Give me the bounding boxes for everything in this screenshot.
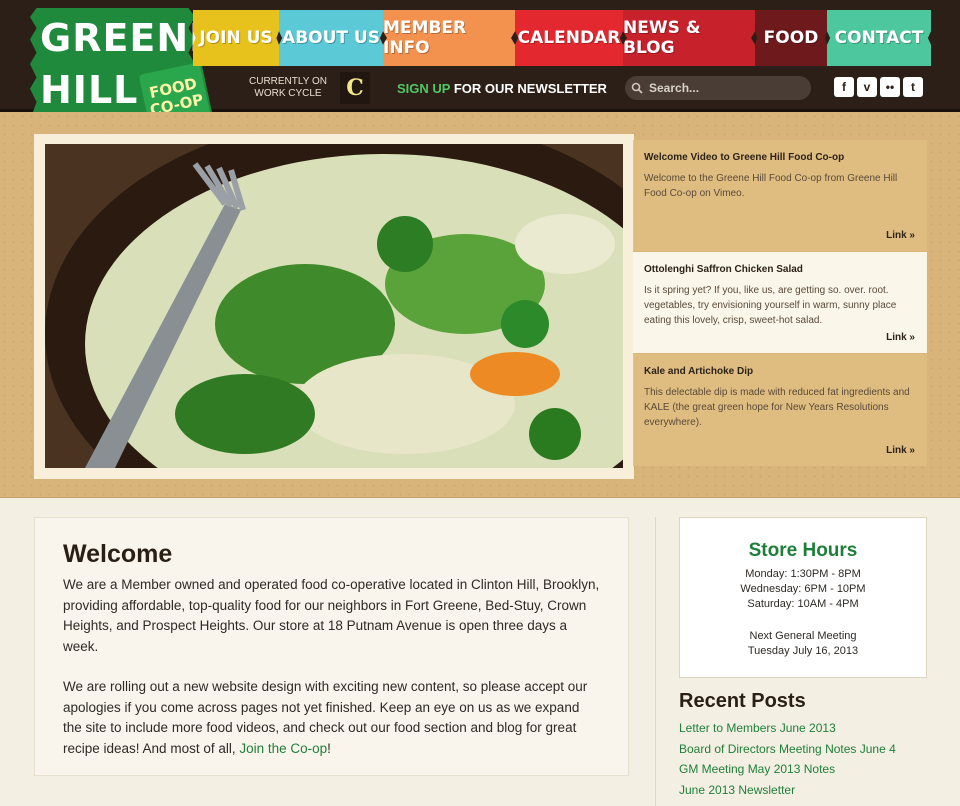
nav-join-us[interactable]: JOIN US: [193, 10, 279, 66]
vimeo-icon[interactable]: v: [857, 77, 877, 97]
newsletter-signup-link[interactable]: SIGN UP FOR OUR NEWSLETTER: [397, 81, 607, 96]
nav-about-us[interactable]: ABOUT US: [279, 10, 383, 66]
nav-calendar[interactable]: CALENDAR: [515, 10, 623, 66]
salad-photo[interactable]: [45, 144, 623, 468]
feature-description: Is it spring yet? If you, like us, are g…: [644, 285, 897, 326]
site-logo[interactable]: GREENE HILL FOOD CO-OP: [30, 8, 215, 135]
search-icon: [625, 76, 649, 100]
work-cycle-line-2: WORK CYCLE: [254, 88, 322, 99]
work-cycle-label: CURRENTLY ON WORK CYCLE: [246, 76, 330, 100]
feature-title: Ottolenghi Saffron Chicken Salad: [644, 264, 803, 275]
recent-posts-title: Recent Posts: [679, 690, 806, 712]
feature-list: Welcome Video to Greene Hill Food Co-op …: [633, 140, 927, 466]
nav-contact[interactable]: CONTACT: [827, 10, 931, 66]
join-coop-link[interactable]: Join the Co-op: [239, 741, 327, 756]
meeting-date: Tuesday July 16, 2013: [747, 645, 859, 657]
hours-line: Monday: 1:30PM - 8PM: [745, 568, 861, 580]
nav-news-blog[interactable]: NEWS & BLOG: [623, 10, 755, 66]
flickr-icon[interactable]: ••: [880, 77, 900, 97]
store-hours-box: Store Hours Monday: 1:30PM - 8PM Wednesd…: [679, 517, 927, 678]
feature-item[interactable]: Welcome Video to Greene Hill Food Co-op …: [633, 140, 927, 252]
search-box[interactable]: [625, 76, 811, 100]
welcome-panel: Welcome We are a Member owned and operat…: [34, 517, 629, 776]
feature-item[interactable]: Kale and Artichoke Dip This delectable d…: [633, 354, 927, 466]
feature-description: This delectable dip is made with reduced…: [644, 387, 910, 428]
recent-post-link[interactable]: Letter to Members June 2013: [679, 721, 896, 742]
feature-link[interactable]: Link »: [886, 230, 915, 241]
welcome-paragraph-2-end: !: [327, 740, 331, 756]
signup-rest: FOR OUR NEWSLETTER: [453, 81, 607, 96]
column-divider: [655, 517, 656, 806]
feature-link[interactable]: Link »: [886, 332, 915, 343]
logo-word-1: GREENE: [40, 16, 217, 60]
welcome-paragraph-2: We are rolling out a new website design …: [63, 677, 600, 759]
signup-word: SIGN UP: [397, 81, 451, 96]
social-links: f v •• t: [834, 77, 923, 97]
recent-post-link[interactable]: GM Meeting May 2013 Notes: [679, 762, 896, 783]
search-input[interactable]: [649, 81, 799, 95]
hours-line: Wednesday: 6PM - 10PM: [740, 583, 866, 595]
facebook-icon[interactable]: f: [834, 77, 854, 97]
site-header: GREENE HILL FOOD CO-OP JOIN US ABOUT US …: [0, 0, 960, 135]
welcome-title: Welcome: [63, 540, 173, 568]
main-nav: JOIN US ABOUT US MEMBER INFO CALENDAR NE…: [193, 10, 931, 66]
feature-link[interactable]: Link »: [886, 445, 915, 456]
recent-post-link[interactable]: June 2013 Newsletter: [679, 783, 896, 804]
work-cycle-line-1: CURRENTLY ON: [249, 76, 327, 87]
feature-item-active[interactable]: Ottolenghi Saffron Chicken Salad Is it s…: [633, 252, 927, 354]
twitter-icon[interactable]: t: [903, 77, 923, 97]
feature-description: Welcome to the Greene Hill Food Co-op fr…: [644, 173, 898, 199]
feature-title: Welcome Video to Greene Hill Food Co-op: [644, 152, 845, 163]
recent-posts-list: Letter to Members June 2013 Board of Dir…: [679, 721, 896, 803]
nav-member-info[interactable]: MEMBER INFO: [383, 10, 515, 66]
welcome-paragraph-1: We are a Member owned and operated food …: [63, 577, 600, 654]
work-cycle-value: C: [340, 72, 370, 104]
nav-food[interactable]: FOOD: [755, 10, 827, 66]
recent-post-link[interactable]: Board of Directors Meeting Notes June 4: [679, 742, 896, 763]
store-hours-title: Store Hours: [748, 540, 858, 561]
logo-word-2: HILL: [40, 68, 139, 112]
meeting-label: Next General Meeting: [749, 630, 857, 642]
feature-title: Kale and Artichoke Dip: [644, 366, 754, 377]
hours-line: Saturday: 10AM - 4PM: [747, 598, 859, 610]
